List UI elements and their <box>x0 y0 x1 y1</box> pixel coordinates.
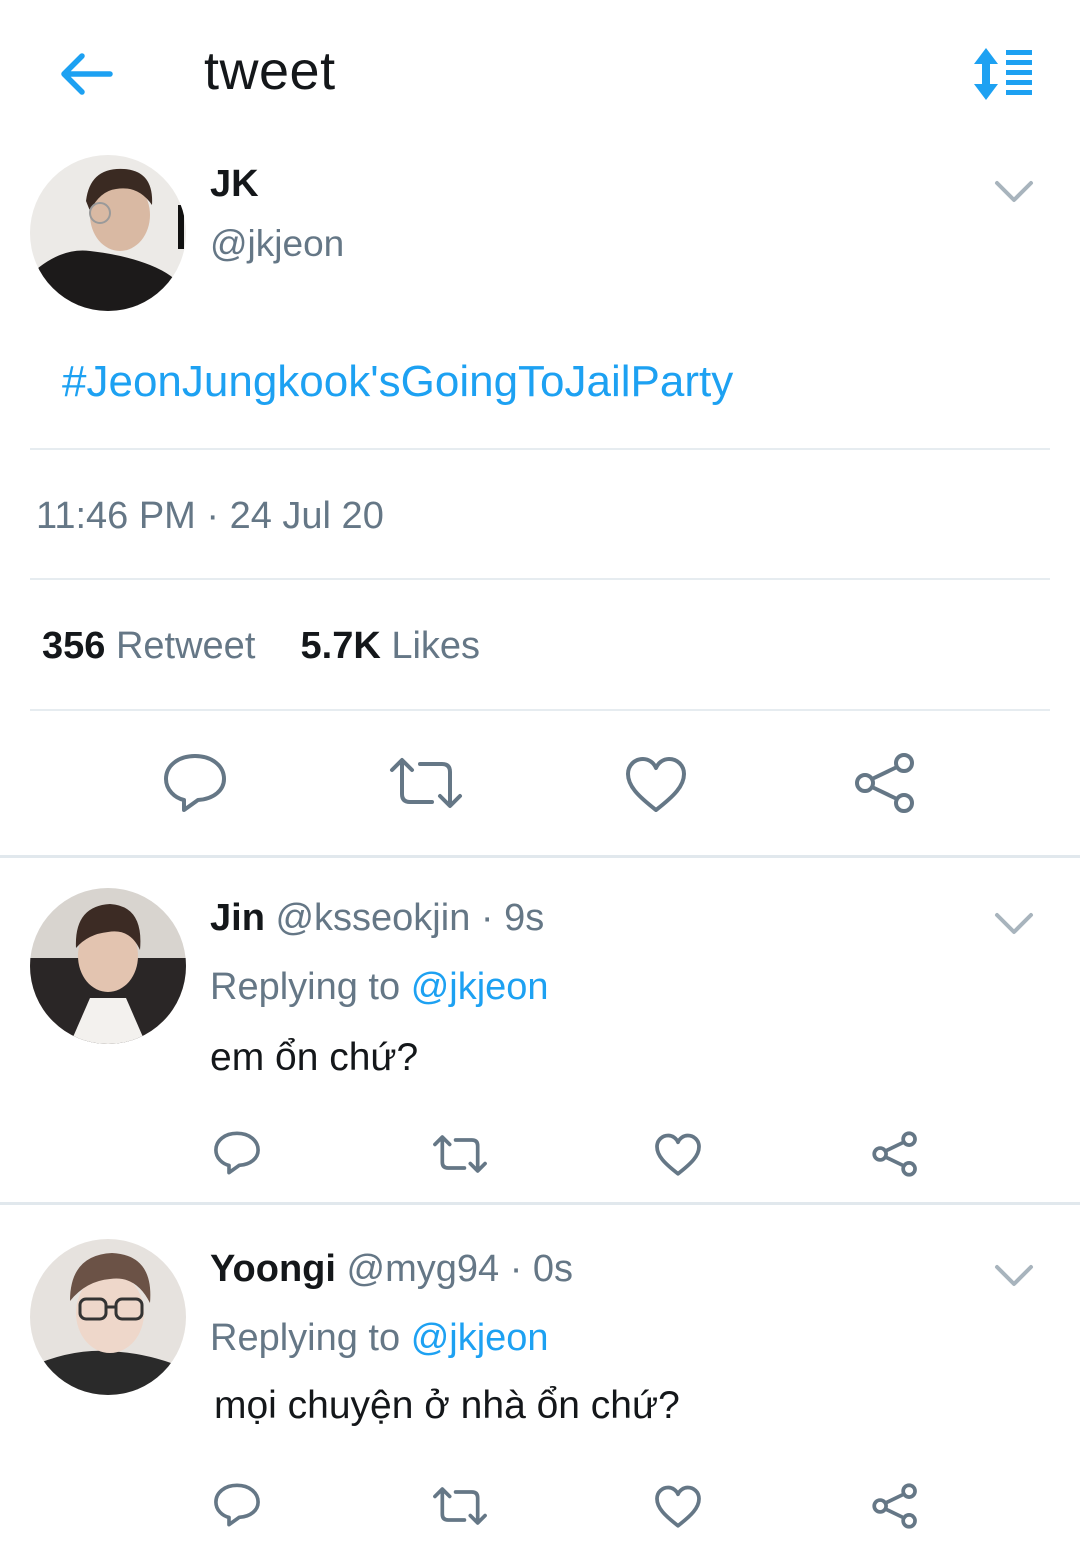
replying-prefix: Replying to <box>210 966 401 1008</box>
reply-icon[interactable] <box>162 752 228 814</box>
tweet-timestamp: 11:46 PM · 24 Jul 20 <box>36 495 384 537</box>
reply-time: · 9s <box>480 897 545 939</box>
section-separator <box>0 855 1080 858</box>
retweet-icon[interactable] <box>432 1134 488 1174</box>
retweet-icon[interactable] <box>432 1486 488 1526</box>
likes-count[interactable]: 5.7K <box>301 625 381 667</box>
avatar-photo <box>30 1239 186 1395</box>
author-handle[interactable]: @jkjeon <box>210 223 344 265</box>
divider <box>30 578 1050 580</box>
chevron-down-icon[interactable] <box>994 180 1034 204</box>
replying-mention[interactable]: @jkjeon <box>411 966 549 1008</box>
reply-icon[interactable] <box>213 1482 261 1528</box>
reply-text: em ổn chứ? <box>210 1036 419 1079</box>
like-icon[interactable] <box>654 1133 702 1177</box>
like-icon[interactable] <box>624 756 688 814</box>
chevron-down-icon[interactable] <box>994 1264 1034 1288</box>
reply-author-name[interactable]: Jin <box>210 897 265 939</box>
author-name[interactable]: JK <box>210 163 259 206</box>
avatar[interactable] <box>30 155 186 311</box>
page-title: tweet <box>204 41 336 101</box>
share-icon[interactable] <box>854 752 916 814</box>
chevron-down-icon[interactable] <box>994 912 1034 936</box>
reply-text: mọi chuyện ở nhà ổn chứ? <box>214 1384 680 1427</box>
reply-time: · 0s <box>509 1248 574 1290</box>
share-icon[interactable] <box>872 1483 918 1529</box>
sort-list-icon[interactable] <box>968 46 1036 102</box>
tweet-stats: 356 Retweet 5.7K Likes <box>42 625 480 668</box>
retweet-count[interactable]: 356 <box>42 625 105 667</box>
divider <box>30 709 1050 711</box>
top-bar: tweet <box>0 0 1080 150</box>
avatar-photo <box>30 155 186 311</box>
reply-author-name[interactable]: Yoongi <box>210 1248 336 1290</box>
share-icon[interactable] <box>872 1131 918 1177</box>
replying-prefix: Replying to <box>210 1317 401 1359</box>
reply-author-handle[interactable]: @myg94 <box>347 1248 500 1290</box>
replying-to: Replying to @jkjeon <box>210 1317 549 1360</box>
replying-to: Replying to @jkjeon <box>210 966 549 1009</box>
avatar-photo <box>30 888 186 1044</box>
replying-mention[interactable]: @jkjeon <box>411 1317 549 1359</box>
retweet-label[interactable]: Retweet <box>116 625 255 667</box>
retweet-icon[interactable] <box>388 756 464 810</box>
reply-author-handle[interactable]: @ksseokjin <box>275 897 470 939</box>
likes-label[interactable]: Likes <box>391 625 480 667</box>
section-separator <box>0 1202 1080 1205</box>
avatar[interactable] <box>30 888 186 1044</box>
avatar[interactable] <box>30 1239 186 1395</box>
arrow-left-icon[interactable] <box>56 48 116 100</box>
like-icon[interactable] <box>654 1485 702 1529</box>
reply-header: Jin @ksseokjin · 9s <box>210 897 544 940</box>
reply-header: Yoongi @myg94 · 0s <box>210 1248 573 1291</box>
divider <box>30 448 1050 450</box>
reply-icon[interactable] <box>213 1130 261 1176</box>
tweet-hashtag[interactable]: #JeonJungkook'sGoingToJailParty <box>62 357 733 407</box>
